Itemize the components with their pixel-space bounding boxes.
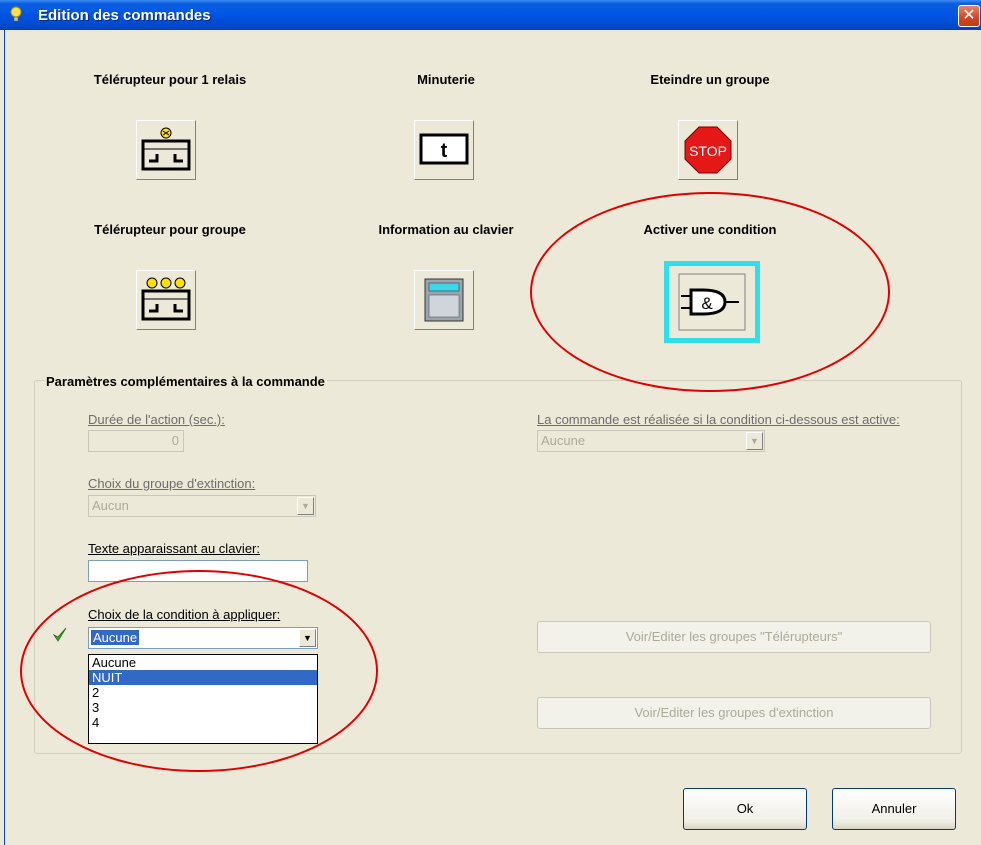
command-label-single-relay: Télérupteur pour 1 relais bbox=[93, 72, 247, 87]
close-button[interactable]: ✕ bbox=[958, 5, 980, 27]
command-label-keypad-info: Information au clavier bbox=[378, 222, 514, 237]
chevron-down-icon[interactable]: ▼ bbox=[297, 497, 314, 515]
command-group-relay[interactable] bbox=[136, 270, 196, 330]
edit-extinction-groups-button[interactable]: Voir/Editer les groupes d'extinction bbox=[537, 697, 931, 729]
keypad-text-label: Texte apparaissant au clavier: bbox=[88, 541, 260, 556]
close-icon: ✕ bbox=[962, 7, 976, 24]
extinction-group-select[interactable]: Aucun ▼ bbox=[88, 495, 316, 517]
command-switch-off-group[interactable]: STOP bbox=[678, 120, 738, 180]
title-bar: Edition des commandes ✕ bbox=[0, 0, 981, 30]
active-condition-label: La commande est réalisée si la condition… bbox=[537, 412, 900, 427]
single-relay-icon bbox=[141, 127, 191, 171]
command-label-timer: Minuterie bbox=[417, 72, 475, 87]
command-label-switch-off-group: Eteindre un groupe bbox=[650, 72, 770, 87]
extinction-group-label: Choix du groupe d'extinction: bbox=[88, 476, 256, 491]
svg-text:t: t bbox=[441, 140, 448, 162]
annotation-ellipse bbox=[20, 570, 378, 772]
ok-button[interactable]: Ok bbox=[683, 788, 807, 830]
active-condition-value: Aucune bbox=[541, 433, 586, 448]
params-group-title: Paramètres complémentaires à la commande bbox=[44, 374, 327, 389]
cancel-button[interactable]: Annuler bbox=[832, 788, 956, 830]
stop-icon: STOP bbox=[684, 126, 732, 174]
duration-field[interactable]: 0 bbox=[88, 430, 184, 452]
duration-label: Durée de l'action (sec.): bbox=[88, 412, 225, 427]
command-timer[interactable]: t bbox=[414, 120, 474, 180]
command-single-relay[interactable] bbox=[136, 120, 196, 180]
chevron-down-icon[interactable]: ▼ bbox=[746, 432, 763, 450]
command-keypad-info[interactable] bbox=[414, 270, 474, 330]
dialog-window: Edition des commandes ✕ Télérupteur pour… bbox=[0, 0, 981, 845]
lightbulb-icon bbox=[10, 6, 22, 22]
group-relay-icon bbox=[141, 277, 191, 321]
active-condition-select[interactable]: Aucune ▼ bbox=[537, 430, 765, 452]
keypad-icon bbox=[424, 278, 464, 322]
timer-icon: t bbox=[419, 133, 469, 165]
window-title: Edition des commandes bbox=[38, 7, 211, 24]
edit-relay-groups-button[interactable]: Voir/Editer les groupes "Télérupteurs" bbox=[537, 621, 931, 653]
svg-text:STOP: STOP bbox=[689, 143, 727, 159]
extinction-group-value: Aucun bbox=[92, 498, 129, 513]
command-label-group-relay: Télérupteur pour groupe bbox=[94, 222, 246, 237]
annotation-ellipse bbox=[530, 192, 890, 392]
